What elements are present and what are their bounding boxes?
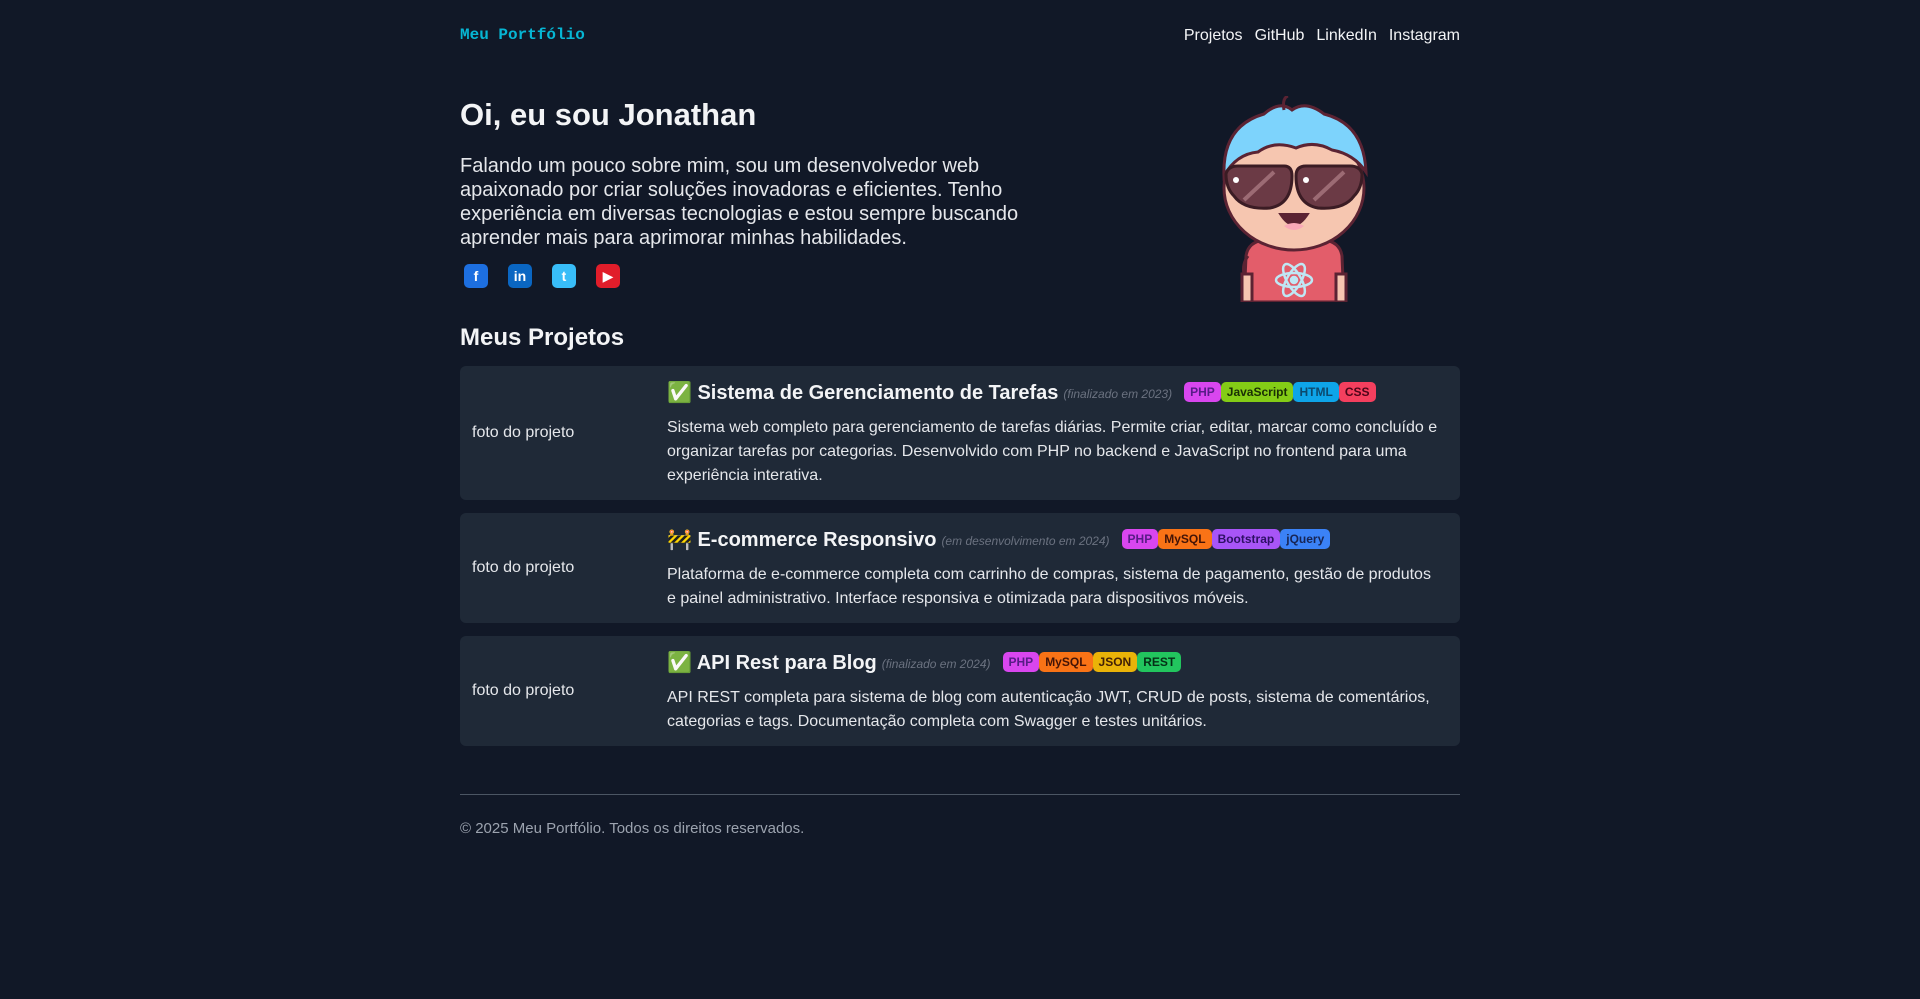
tech-tag: JavaScript [1220,382,1294,402]
youtube-icon[interactable]: ▶ [596,264,620,288]
project-photo: foto do projeto [472,559,575,576]
project-status: (em desenvolvimento em 2024) [941,534,1110,548]
site-footer: © 2025 Meu Portfólio. Todos os direitos … [460,795,1460,837]
project-card[interactable]: foto do projeto ✅ API Rest para Blog (fina… [460,636,1460,746]
project-description: Sistema web completo para gerenciamento … [667,419,1438,484]
nav-link-instagram[interactable]: Instagram [1389,27,1460,45]
nav-link-linkedin[interactable]: LinkedIn [1316,27,1377,45]
tech-tag: jQuery [1280,529,1331,549]
tech-tag: HTML [1293,382,1339,402]
project-description: API REST completa para sistema de blog c… [667,689,1430,730]
tech-tag: CSS [1338,382,1376,402]
project-tags: PHP MySQL Bootstrap jQuery [1121,529,1331,549]
projects-heading: Meus Projetos [460,324,625,351]
tech-tag: JSON [1092,652,1138,672]
project-title: ✅ Sistema de Gerenciamento de Tarefas [667,381,1059,404]
hero-bio: Falando um pouco sobre mim, sou um desen… [460,155,1019,249]
project-card[interactable]: foto do projeto 🚧 E-commerce Responsivo (e… [460,513,1460,623]
project-tags: PHP MySQL JSON REST [1002,652,1182,672]
tech-tag: Bootstrap [1211,529,1281,549]
project-title-row: ✅ API Rest para Blog (finalizado em 2024)… [667,650,1440,674]
avatar [1214,94,1374,304]
project-tags: PHP JavaScript HTML CSS [1184,382,1376,402]
hero-section: Oi, eu sou Jonathan Falando um pouco sob… [460,94,1460,304]
tech-tag: PHP [1121,529,1159,549]
tech-tag: MySQL [1039,652,1093,672]
project-card[interactable]: foto do projeto ✅ Sistema de Gerenciament… [460,366,1460,500]
facebook-icon[interactable]: f [464,264,488,288]
nav-link-github[interactable]: GitHub [1255,27,1305,45]
project-info: ✅ Sistema de Gerenciamento de Tarefas (fi… [656,366,1460,500]
site-logo[interactable]: Meu Portfólio [460,26,585,44]
projects-list: foto do projeto ✅ Sistema de Gerenciament… [460,366,1460,746]
project-photo: foto do projeto [472,682,575,699]
project-status: (finalizado em 2024) [881,657,991,671]
project-title: ✅ API Rest para Blog [667,651,877,674]
tech-tag: PHP [1184,382,1221,402]
linkedin-icon[interactable]: in [508,264,532,288]
project-description: Plataforma de e-commerce completa com ca… [667,566,1431,607]
tech-tag: MySQL [1158,529,1212,549]
site-header: Meu Portfólio Projetos GitHub LinkedIn I… [460,0,1460,72]
project-title-row: 🚧 E-commerce Responsivo (em desenvolvimen… [667,527,1440,551]
tech-tag: PHP [1002,652,1040,672]
social-links: f in t ▶ [460,264,1080,288]
avatar-illustration [1222,94,1368,304]
hero-text: Oi, eu sou Jonathan Falando um pouco sob… [460,96,1080,302]
tech-tag: REST [1137,652,1182,672]
project-info: ✅ API Rest para Blog (finalizado em 2024)… [656,636,1460,746]
project-title: 🚧 E-commerce Responsivo [667,528,937,551]
nav-link-projetos[interactable]: Projetos [1184,27,1243,45]
project-info: 🚧 E-commerce Responsivo (em desenvolvimen… [656,513,1460,623]
hero-title: Oi, eu sou Jonathan [460,97,757,132]
project-photo: foto do projeto [472,424,575,441]
twitter-icon[interactable]: t [552,264,576,288]
project-status: (finalizado em 2023) [1063,387,1173,401]
main-nav: Projetos GitHub LinkedIn Instagram [1184,27,1460,45]
footer-copyright: © 2025 Meu Portfólio. Todos os direitos … [460,820,805,837]
project-title-row: ✅ Sistema de Gerenciamento de Tarefas (fi… [667,380,1440,404]
page-container: Meu Portfólio Projetos GitHub LinkedIn I… [460,0,1460,837]
